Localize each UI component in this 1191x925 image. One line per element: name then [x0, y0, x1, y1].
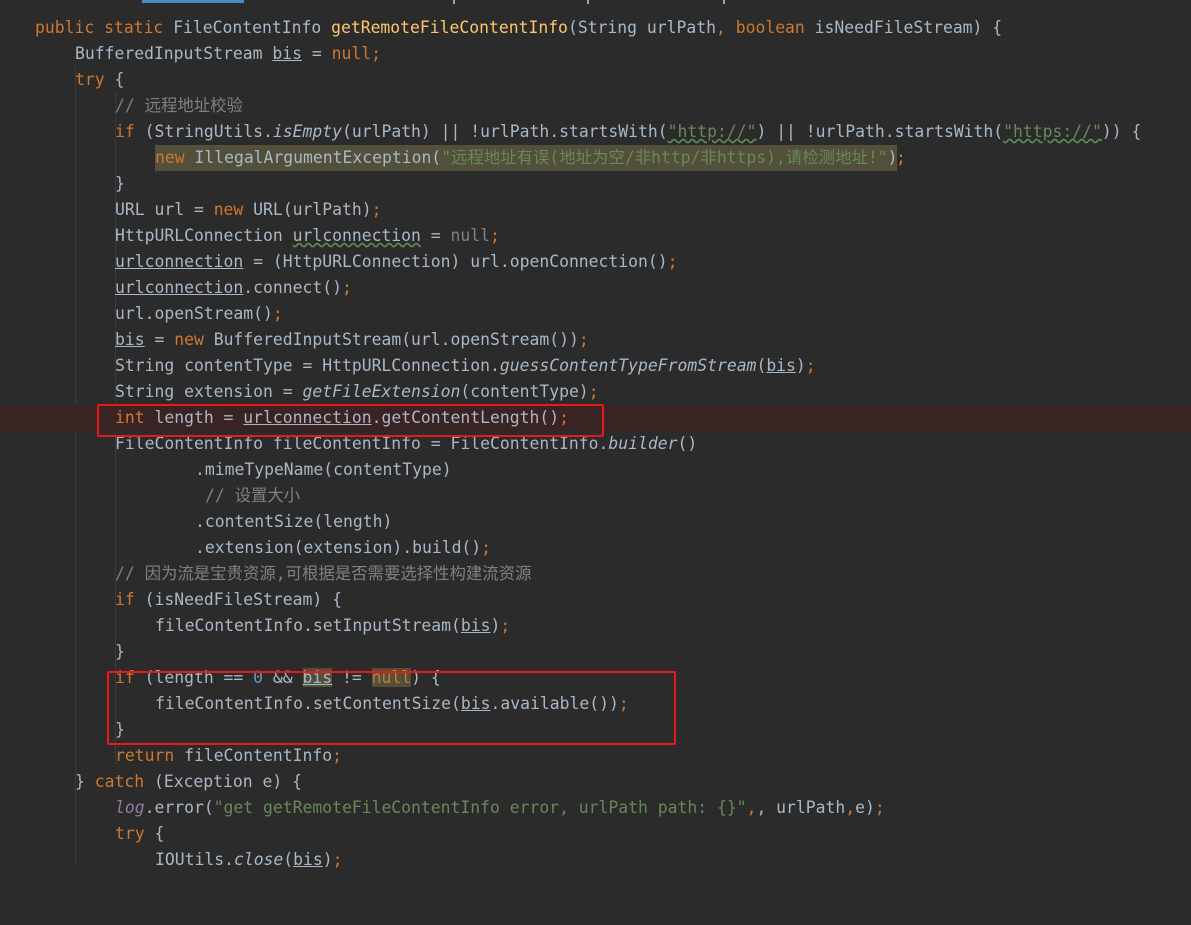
annotation-box	[107, 671, 676, 745]
code-line[interactable]: URL url = new URL(urlPath);	[0, 197, 1191, 223]
code-line[interactable]: urlconnection = (HttpURLConnection) url.…	[0, 249, 1191, 275]
code-line[interactable]: .extension(extension).build();	[0, 535, 1191, 561]
code-line[interactable]: if (isNeedFileStream) {	[0, 587, 1191, 613]
code-line[interactable]: String extension = getFileExtension(cont…	[0, 379, 1191, 405]
code-line[interactable]: HttpURLConnection urlconnection = null;	[0, 223, 1191, 249]
code-line[interactable]: // 因为流是宝贵资源,可根据是否需要选择性构建流资源	[0, 561, 1191, 587]
code-line[interactable]: // 设置大小	[0, 483, 1191, 509]
tab-separator	[453, 0, 455, 4]
active-tab-indicator	[142, 0, 244, 3]
code-line[interactable]: .contentSize(length)	[0, 509, 1191, 535]
code-line[interactable]: fileContentInfo.setInputStream(bis);	[0, 613, 1191, 639]
code-line[interactable]: bis = new BufferedInputStream(url.openSt…	[0, 327, 1191, 353]
code-line[interactable]: new IllegalArgumentException("远程地址有误(地址为…	[0, 145, 1191, 171]
code-line[interactable]: }	[0, 639, 1191, 665]
code-line[interactable]: public static FileContentInfo getRemoteF…	[0, 15, 1191, 41]
code-line[interactable]: return fileContentInfo;	[0, 743, 1191, 769]
code-editor[interactable]: public static FileContentInfo getRemoteF…	[0, 0, 1191, 869]
code-line[interactable]: .mimeTypeName(contentType)	[0, 457, 1191, 483]
code-line[interactable]: BufferedInputStream bis = null;	[0, 41, 1191, 67]
code-line[interactable]: url.openStream();	[0, 301, 1191, 327]
annotation-box	[97, 404, 604, 437]
tab-separator	[723, 0, 725, 4]
code-line[interactable]: try {	[0, 67, 1191, 93]
code-line[interactable]: } catch (Exception e) {	[0, 769, 1191, 795]
code-line[interactable]: try {	[0, 821, 1191, 847]
code-line[interactable]: if (StringUtils.isEmpty(urlPath) || !url…	[0, 119, 1191, 145]
code-line[interactable]: log.error("get getRemoteFileContentInfo …	[0, 795, 1191, 821]
editor-tab-strip[interactable]	[0, 0, 1191, 6]
code-line[interactable]: IOUtils.close(bis);	[0, 847, 1191, 873]
code-line[interactable]: urlconnection.connect();	[0, 275, 1191, 301]
tab-separator	[587, 0, 589, 4]
code-line[interactable]: String contentType = HttpURLConnection.g…	[0, 353, 1191, 379]
code-line[interactable]: // 远程地址校验	[0, 93, 1191, 119]
code-line[interactable]: }	[0, 171, 1191, 197]
